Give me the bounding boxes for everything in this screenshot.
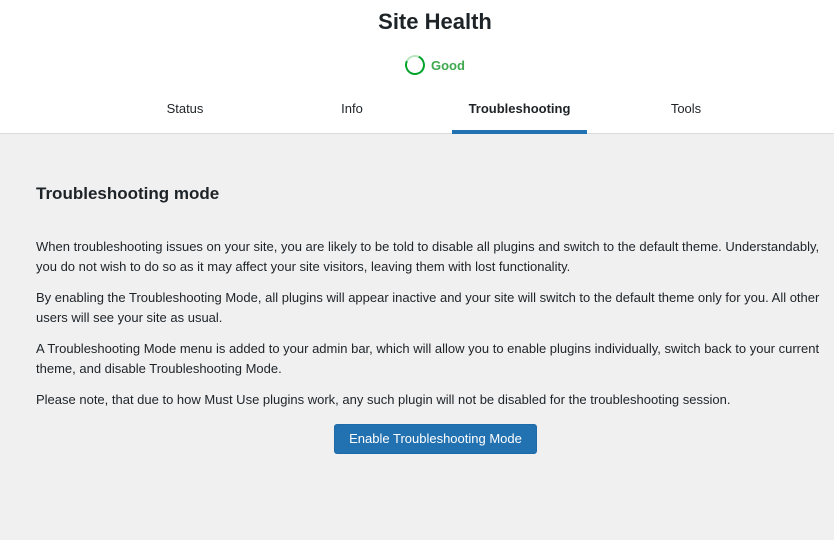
- health-status-label: Good: [431, 57, 465, 73]
- health-status: Good: [402, 52, 465, 78]
- paragraph-intro: When troubleshooting issues on your site…: [36, 239, 820, 274]
- paragraph-admin-bar: A Troubleshooting Mode menu is added to …: [36, 341, 820, 376]
- section-heading: Troubleshooting mode: [36, 184, 220, 203]
- page-title: Site Health: [378, 9, 492, 34]
- troubleshooting-section: Troubleshooting mode When troubleshootin…: [36, 180, 826, 421]
- tab-tools[interactable]: Tools: [619, 92, 753, 134]
- site-health-header: Site Health Good Status Info Troubleshoo…: [0, 0, 834, 134]
- tab-status[interactable]: Status: [118, 92, 252, 134]
- progress-ring-icon: [402, 52, 428, 78]
- tab-bar: Status Info Troubleshooting Tools: [0, 92, 834, 134]
- enable-troubleshooting-mode-button[interactable]: Enable Troubleshooting Mode: [334, 424, 537, 454]
- description: When troubleshooting issues on your site…: [36, 237, 826, 410]
- tab-troubleshooting[interactable]: Troubleshooting: [452, 92, 587, 134]
- tab-info[interactable]: Info: [285, 92, 419, 134]
- button-container: Enable Troubleshooting Mode: [334, 424, 537, 454]
- paragraph-must-use-note: Please note, that due to how Must Use pl…: [36, 392, 731, 407]
- paragraph-enabling: By enabling the Troubleshooting Mode, al…: [36, 290, 820, 325]
